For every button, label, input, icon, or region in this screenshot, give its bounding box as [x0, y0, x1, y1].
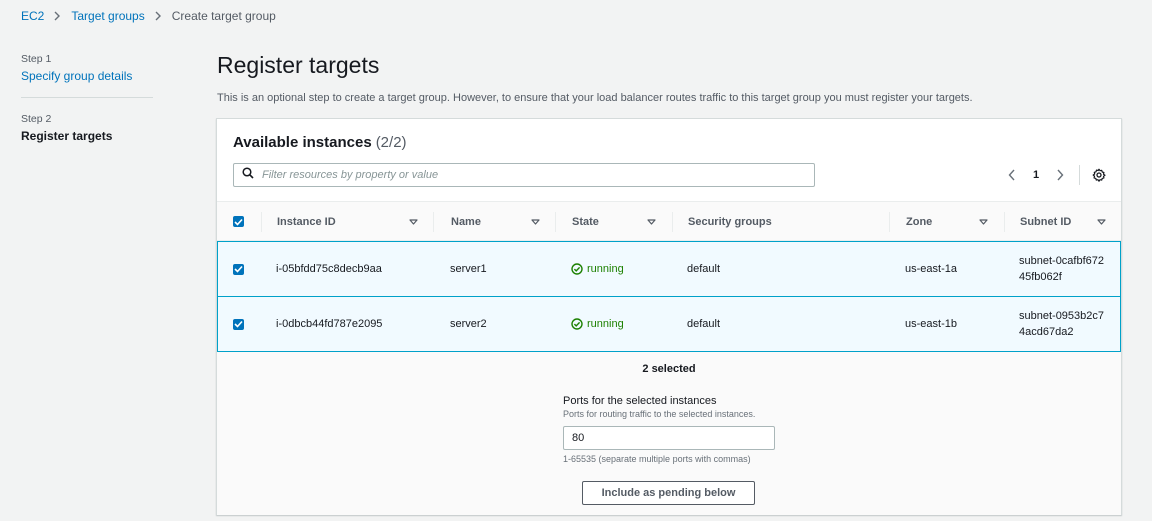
breadcrumb-ec2-link[interactable]: EC2	[21, 9, 44, 23]
row-checkbox[interactable]	[233, 263, 244, 275]
row-select-cell	[233, 242, 244, 296]
column-separator	[889, 212, 890, 232]
pagination: 1	[1003, 165, 1108, 185]
column-header-subnet-id[interactable]: Subnet ID	[1020, 202, 1071, 241]
breadcrumb-current: Create target group	[171, 9, 276, 23]
previous-page-button[interactable]	[1003, 166, 1021, 184]
pager-divider	[1079, 165, 1081, 185]
checkmark-icon	[234, 320, 243, 328]
table-row[interactable]: i-05bfdd75c8decb9aa server1 running defa…	[217, 241, 1121, 297]
panel-header: Available instances (2/2)	[233, 134, 407, 151]
name-cell: server2	[450, 318, 487, 330]
instance-count: (2/2)	[375, 134, 407, 151]
zone-cell: us-east-1b	[905, 318, 957, 330]
column-separator	[261, 212, 262, 232]
step-1-link[interactable]: Specify group details	[21, 69, 153, 83]
column-label: Security groups	[688, 215, 772, 228]
column-header-name[interactable]: Name	[451, 202, 481, 241]
instances-table: Instance ID Name State Security groups Z…	[217, 201, 1121, 352]
page-title: Register targets	[217, 52, 380, 78]
zone-cell: us-east-1a	[905, 263, 957, 275]
panel-title: Available instances	[233, 134, 372, 151]
instance-id-cell: i-0dbcb44fd787e2095	[276, 318, 383, 330]
state-cell: running	[571, 297, 624, 351]
selection-footer: 2 selected Ports for the selected instan…	[217, 352, 1121, 515]
subnet-id-cell: subnet-0953b2c74acd67da2	[1019, 310, 1105, 338]
select-all-checkbox[interactable]	[233, 216, 244, 227]
column-label: Instance ID	[277, 215, 336, 228]
include-as-pending-button[interactable]: Include as pending below	[582, 481, 755, 505]
column-separator	[433, 212, 434, 232]
step-2: Step 2 Register targets	[21, 113, 153, 143]
column-separator	[555, 212, 556, 232]
chevron-right-icon	[1057, 169, 1064, 181]
state-cell: running	[571, 242, 624, 296]
sort-down-icon[interactable]	[531, 202, 540, 241]
row-select-cell	[233, 297, 244, 351]
ports-hint: 1-65535 (separate multiple ports with co…	[563, 454, 751, 464]
ports-label: Ports for the selected instances	[563, 395, 717, 407]
sort-down-icon[interactable]	[1097, 202, 1106, 241]
search-icon	[242, 166, 254, 184]
column-label: State	[572, 215, 599, 228]
current-page-number[interactable]: 1	[1033, 169, 1039, 181]
sort-down-icon[interactable]	[409, 202, 418, 241]
check-circle-icon	[571, 318, 583, 330]
column-separator	[672, 212, 673, 232]
column-label: Zone	[906, 215, 933, 228]
table-header: Instance ID Name State Security groups Z…	[217, 201, 1121, 241]
sort-down-icon[interactable]	[647, 202, 656, 241]
step-2-label: Step 2	[21, 113, 52, 125]
ports-description: Ports for routing traffic to the selecte…	[563, 409, 756, 419]
column-separator	[1004, 212, 1005, 232]
state-label: running	[587, 263, 624, 275]
select-all-cell	[233, 202, 244, 241]
available-instances-panel: Available instances(2/2) 1	[216, 118, 1122, 515]
table-row[interactable]: i-0dbcb44fd787e2095 server2 running defa…	[217, 296, 1121, 352]
chevron-right-icon	[155, 11, 162, 21]
wizard-steps-nav: Step 1 Specify group details Step 2 Regi…	[21, 53, 153, 143]
column-header-instance-id[interactable]: Instance ID	[277, 202, 336, 241]
name-cell: server1	[450, 263, 487, 275]
step-1-label: Step 1	[21, 53, 52, 65]
page-description: This is an optional step to create a tar…	[217, 92, 973, 104]
chevron-left-icon	[1008, 169, 1015, 181]
check-circle-icon	[571, 263, 583, 275]
selected-count: 2 selected	[642, 363, 696, 375]
sort-down-icon[interactable]	[979, 202, 988, 241]
next-page-button[interactable]	[1051, 166, 1069, 184]
security-groups-cell: default	[687, 263, 721, 275]
breadcrumb: EC2 Target groups Create target group	[21, 9, 276, 23]
column-header-zone[interactable]: Zone	[906, 202, 932, 241]
subnet-id-cell: subnet-0cafbf67245fb062f	[1019, 255, 1105, 283]
instance-id-cell: i-05bfdd75c8decb9aa	[276, 263, 382, 275]
ports-input[interactable]	[563, 426, 775, 450]
checkmark-icon	[234, 218, 243, 226]
column-label: Name	[451, 215, 481, 228]
state-label: running	[587, 318, 624, 330]
step-1: Step 1 Specify group details	[21, 53, 153, 83]
row-checkbox[interactable]	[233, 318, 244, 330]
breadcrumb-target-groups-link[interactable]: Target groups	[71, 9, 144, 23]
filter-box	[233, 163, 815, 187]
chevron-right-icon	[54, 11, 61, 21]
step-divider	[21, 97, 153, 98]
checkmark-icon	[234, 265, 243, 273]
column-label: Subnet ID	[1020, 215, 1072, 228]
security-groups-cell: default	[687, 318, 721, 330]
column-header-state[interactable]: State	[572, 202, 599, 241]
column-header-security-groups[interactable]: Security groups	[688, 202, 772, 241]
filter-input[interactable]	[262, 169, 814, 181]
gear-icon[interactable]	[1090, 166, 1108, 184]
step-2-current: Register targets	[21, 129, 113, 143]
